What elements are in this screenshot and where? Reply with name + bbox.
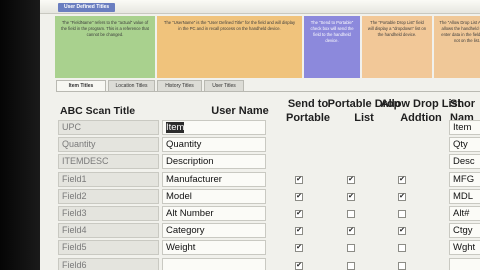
header-abc-scan-title: ABC Scan Title xyxy=(60,105,136,117)
user-name-input[interactable] xyxy=(162,257,266,270)
user-name-value: Model xyxy=(166,190,192,202)
send-to-portable-checkbox[interactable]: ✔ xyxy=(295,210,303,218)
note-send-portable: The "Send to Portable" check box will se… xyxy=(304,16,360,78)
abc-scan-title-field: Field4 xyxy=(58,223,159,239)
send-to-portable-checkbox[interactable]: ✔ xyxy=(295,192,303,201)
abc-scan-title-field: UPC xyxy=(58,120,159,135)
user-name-value: Manufacturer xyxy=(166,173,222,185)
note-allow-drop-addition: The "Allow Drop List Addition" allows th… xyxy=(434,16,480,78)
table-row: Quantity Quantity Qty xyxy=(40,137,480,153)
allow-drop-addition-checkbox[interactable] xyxy=(398,210,406,218)
table-row: Field4 Category ✔ ✔ ✔ Ctgy xyxy=(40,223,480,239)
abc-scan-title-field: Quantity xyxy=(58,137,159,153)
table-row: ITEMDESC Description Desc xyxy=(40,154,480,170)
help-notes: The "FieldName" refers to the "actual" v… xyxy=(55,16,480,78)
user-name-value: Category xyxy=(166,225,205,237)
user-name-input[interactable]: Quantity xyxy=(162,137,266,153)
user-name-input[interactable]: Description xyxy=(162,154,266,170)
title-bar: User Defined Titles xyxy=(40,0,480,14)
window-title: User Defined Titles xyxy=(58,3,116,12)
table-row: Field1 Manufacturer ✔ ✔ ✔ MFG xyxy=(40,171,480,188)
abc-scan-title-field: Field2 xyxy=(58,188,159,204)
user-name-input[interactable]: Manufacturer xyxy=(162,171,266,187)
short-name-input[interactable]: Alt# xyxy=(449,206,480,221)
short-name-input[interactable] xyxy=(449,257,480,270)
allow-drop-addition-checkbox[interactable] xyxy=(398,244,406,253)
portable-drop-list-checkbox[interactable]: ✔ xyxy=(347,192,355,201)
short-name-input[interactable]: MFG xyxy=(449,171,480,187)
abc-scan-title-field: ITEMDESC xyxy=(58,154,159,170)
portable-drop-list-checkbox[interactable] xyxy=(347,244,355,253)
portable-drop-list-checkbox[interactable]: ✔ xyxy=(347,227,355,236)
send-to-portable-checkbox[interactable]: ✔ xyxy=(295,261,303,270)
tab-divider xyxy=(56,91,480,92)
table-row: Field2 Model ✔ ✔ ✔ MDL xyxy=(40,188,480,205)
user-name-value: Description xyxy=(166,156,214,168)
table-row: UPC Item Item xyxy=(40,120,480,136)
short-name-input[interactable]: Desc xyxy=(449,154,480,170)
portable-drop-list-checkbox[interactable] xyxy=(347,210,355,218)
user-name-input[interactable]: Model xyxy=(162,188,266,204)
table-row: Field6 ✔ xyxy=(40,257,480,270)
user-name-value: Alt Number xyxy=(166,208,214,219)
allow-drop-addition-checkbox[interactable]: ✔ xyxy=(398,175,406,184)
table-row: Field3 Alt Number ✔ Alt# xyxy=(40,206,480,222)
note-fieldname: The "FieldName" refers to the "actual" v… xyxy=(55,16,155,78)
user-name-input[interactable]: Item xyxy=(162,120,266,135)
abc-scan-title-field: Field6 xyxy=(58,257,159,270)
monitor-bezel xyxy=(0,0,40,270)
user-name-value: Item xyxy=(166,122,185,133)
tab-item-titles[interactable]: Item Titles xyxy=(56,80,106,91)
user-name-value: Quantity xyxy=(166,139,202,151)
abc-scan-title-field: Field5 xyxy=(58,240,159,256)
tab-history-titles[interactable]: History Titles xyxy=(157,80,202,91)
abc-scan-title-field: Field3 xyxy=(58,206,159,221)
short-name-input[interactable]: MDL xyxy=(449,188,480,204)
send-to-portable-checkbox[interactable]: ✔ xyxy=(295,227,303,236)
note-portable-drop-list: The "Portable Drop List" field will disp… xyxy=(362,16,432,78)
user-name-input[interactable]: Category xyxy=(162,223,266,239)
table-row: Field5 Weight ✔ Wght xyxy=(40,240,480,256)
tab-location-titles[interactable]: Location Titles xyxy=(108,80,155,91)
portable-drop-list-checkbox[interactable] xyxy=(347,261,355,270)
user-name-value: Weight xyxy=(166,242,196,254)
send-to-portable-checkbox[interactable]: ✔ xyxy=(295,244,303,253)
abc-scan-title-field: Field1 xyxy=(58,171,159,187)
allow-drop-addition-checkbox[interactable] xyxy=(398,261,406,270)
short-name-input[interactable]: Item xyxy=(449,120,480,135)
note-username: The "UserName" is the "User Defined Titl… xyxy=(157,16,302,78)
allow-drop-addition-checkbox[interactable]: ✔ xyxy=(398,227,406,236)
short-name-input[interactable]: Wght xyxy=(449,240,480,256)
user-name-input[interactable]: Alt Number xyxy=(162,206,266,221)
portable-drop-list-checkbox[interactable]: ✔ xyxy=(347,175,355,184)
short-name-input[interactable]: Qty xyxy=(449,137,480,153)
allow-drop-addition-checkbox[interactable]: ✔ xyxy=(398,192,406,201)
tab-user-titles[interactable]: User Titles xyxy=(204,80,244,91)
user-name-input[interactable]: Weight xyxy=(162,240,266,256)
send-to-portable-checkbox[interactable]: ✔ xyxy=(295,175,303,184)
short-name-input[interactable]: Ctgy xyxy=(449,223,480,239)
app-window: User Defined Titles The "FieldName" refe… xyxy=(40,0,480,270)
